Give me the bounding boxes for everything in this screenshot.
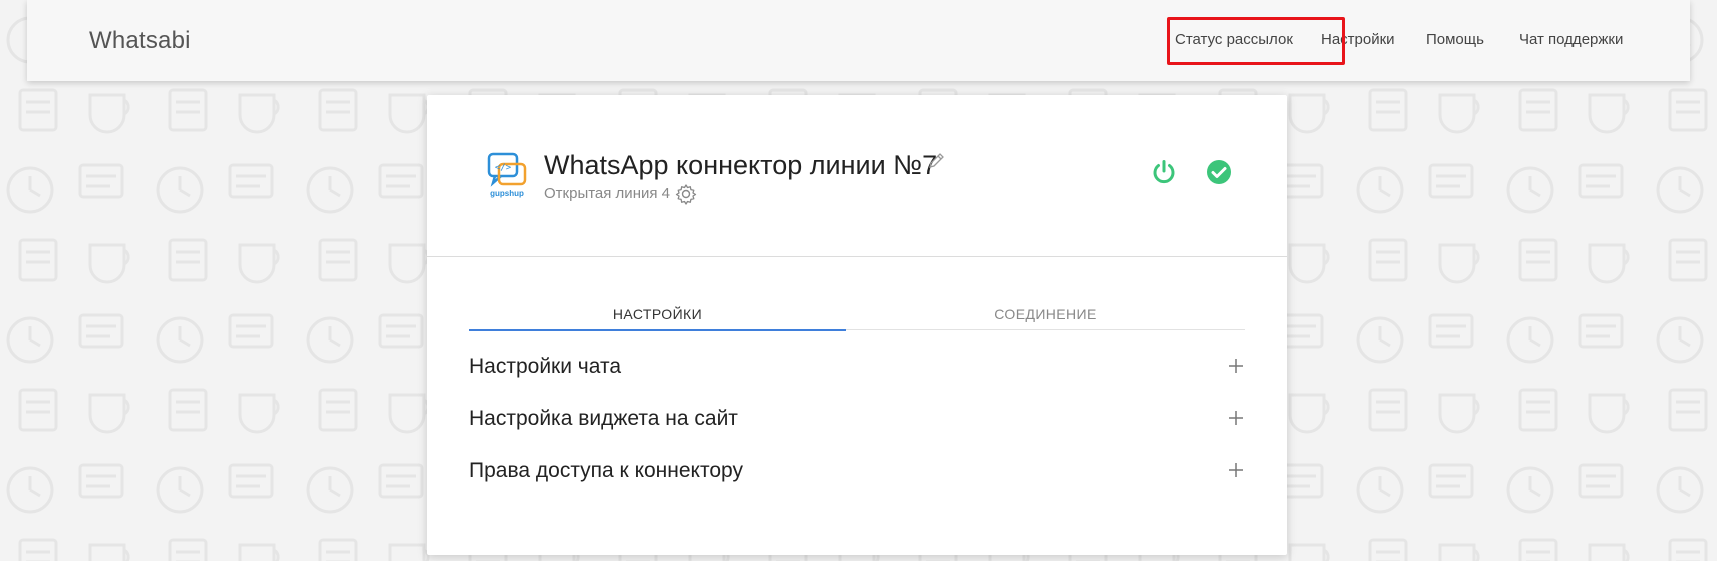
status-check-icon	[1207, 160, 1231, 184]
top-navbar: Whatsabi Статус рассылок Настройки Помощ…	[27, 0, 1690, 81]
plus-icon[interactable]	[1227, 409, 1245, 427]
gear-icon[interactable]	[675, 183, 697, 205]
main-nav: Статус рассылок Настройки Помощь Чат под…	[27, 31, 1690, 53]
highlight-box	[1167, 17, 1345, 65]
accordion-label: Настройка виджета на сайт	[469, 407, 738, 430]
edit-pencil-icon[interactable]	[927, 152, 945, 170]
accordion-label: Настройки чата	[469, 355, 622, 378]
connector-tabs: НАСТРОЙКИ СОЕДИНЕНИЕ	[469, 306, 1245, 331]
connector-title: WhatsApp коннектор линии №7	[544, 150, 938, 180]
open-line-label: Открытая линия 4	[544, 185, 670, 202]
connector-card: </> gupshup WhatsApp коннектор линии №7 …	[427, 95, 1287, 555]
svg-text:</>: </>	[495, 163, 512, 173]
plus-icon[interactable]	[1227, 461, 1245, 479]
nav-link-support-chat[interactable]: Чат поддержки	[1519, 31, 1623, 48]
accordion-access-rights[interactable]: Права доступа к коннектору	[469, 457, 1245, 487]
connector-header: </> gupshup WhatsApp коннектор линии №7 …	[427, 95, 1287, 257]
accordion-label: Права доступа к коннектору	[469, 459, 743, 482]
power-icon[interactable]	[1151, 159, 1177, 185]
accordion-chat-settings[interactable]: Настройки чата	[469, 353, 1245, 383]
plus-icon[interactable]	[1227, 357, 1245, 375]
svg-text:gupshup: gupshup	[490, 189, 524, 198]
nav-link-help[interactable]: Помощь	[1426, 31, 1484, 48]
accordion-widget-settings[interactable]: Настройка виджета на сайт	[469, 405, 1245, 435]
gupshup-logo-icon: </> gupshup	[487, 152, 527, 198]
tab-connection[interactable]: СОЕДИНЕНИЕ	[846, 306, 1245, 330]
tab-settings[interactable]: НАСТРОЙКИ	[469, 306, 846, 331]
